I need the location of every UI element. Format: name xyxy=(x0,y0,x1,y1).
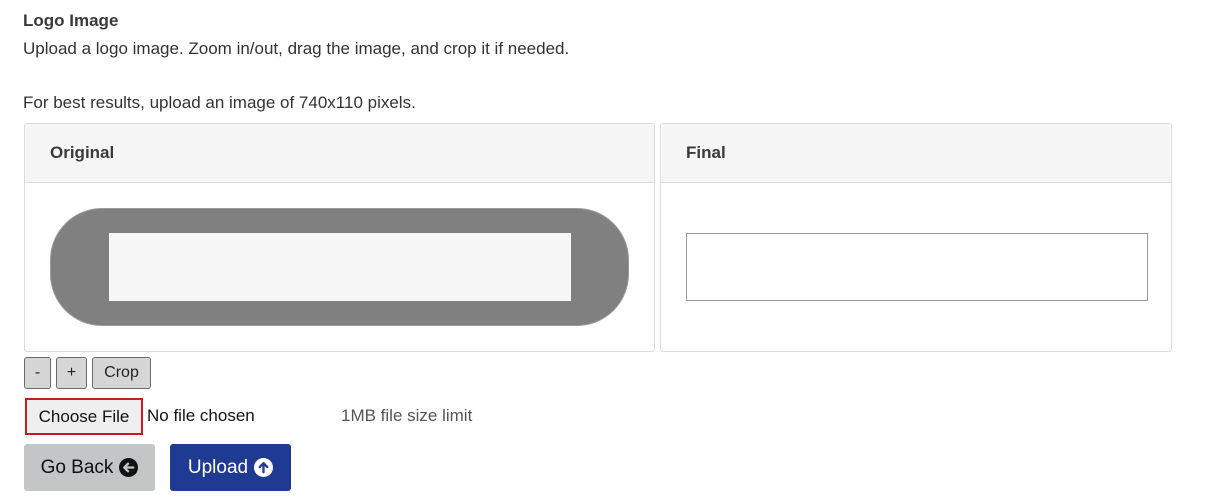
file-size-limit: 1MB file size limit xyxy=(341,406,473,425)
original-image-preview[interactable] xyxy=(50,208,629,326)
choose-file-button[interactable]: Choose File xyxy=(25,398,143,435)
zoom-in-button[interactable]: + xyxy=(56,357,87,389)
original-panel: Original xyxy=(24,123,655,352)
zoom-out-button[interactable]: - xyxy=(24,357,51,389)
final-image-preview xyxy=(686,233,1148,301)
upload-label: Upload xyxy=(187,456,249,478)
upload-button[interactable]: Upload xyxy=(170,444,291,491)
arrow-up-circle-icon xyxy=(254,458,274,477)
go-back-label: Go Back xyxy=(40,456,114,478)
final-panel: Final xyxy=(660,123,1172,352)
original-panel-title: Original xyxy=(25,124,654,183)
file-status: No file chosen xyxy=(147,406,255,425)
crop-button[interactable]: Crop xyxy=(92,357,151,389)
go-back-button[interactable]: Go Back xyxy=(24,444,155,491)
final-panel-title: Final xyxy=(661,124,1171,183)
section-description: Upload a logo image. Zoom in/out, drag t… xyxy=(23,39,570,58)
logo-image-editor: Logo Image Upload a logo image. Zoom in/… xyxy=(0,0,1231,504)
crop-area[interactable] xyxy=(109,233,571,301)
size-hint: For best results, upload an image of 740… xyxy=(23,93,416,112)
section-title: Logo Image xyxy=(23,11,119,30)
arrow-left-circle-icon xyxy=(119,458,139,477)
